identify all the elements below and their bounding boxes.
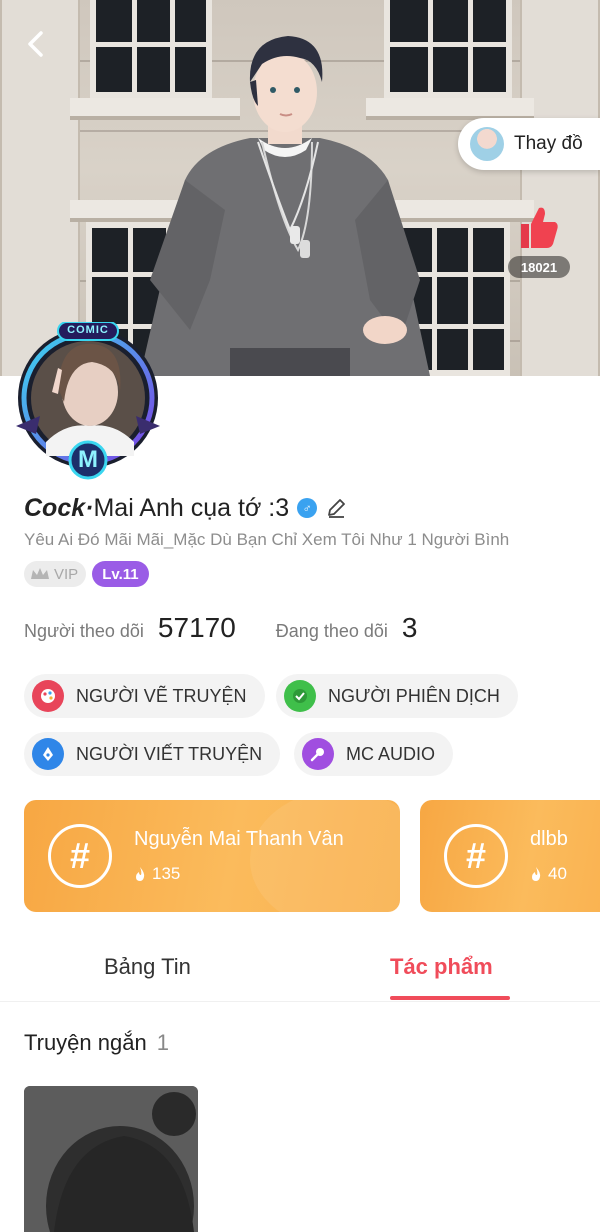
vip-badge[interactable]: VIP (24, 561, 87, 587)
tab-works[interactable]: Tác phẩm (390, 954, 493, 980)
role-label: MC AUDIO (346, 743, 436, 764)
male-gender-icon: ♂ (297, 498, 318, 518)
change-outfit-label: Thay đồ (514, 133, 583, 154)
fan-groups: # Nguyễn Mai Thanh Vân 135 # dlbb 40 (0, 800, 600, 914)
followers-label[interactable]: Người theo dõi (24, 621, 144, 642)
following-label[interactable]: Đang theo dõi (276, 621, 388, 642)
role-label: NGƯỜI PHIÊN DỊCH (328, 685, 500, 706)
profile-name: Cock· Mai Anh cụa tớ :3 ♂ (24, 492, 347, 524)
role-chip-writer[interactable]: NGƯỜI VIẾT TRUYỆN (24, 732, 281, 776)
thumbs-up-icon (521, 207, 558, 248)
crown-icon (31, 568, 49, 579)
pen-nib-icon (32, 738, 64, 770)
avatar-frame-letter: M (78, 446, 98, 473)
group-name: dlbb (530, 828, 568, 850)
palette-icon (32, 680, 64, 712)
profile-avatar[interactable]: COMIC M (6, 321, 170, 482)
short-stories-heading: Truyện ngắn 1 (24, 1030, 169, 1056)
edit-pencil-icon[interactable] (325, 497, 347, 519)
group-card[interactable]: # Nguyễn Mai Thanh Vân 135 (24, 800, 400, 912)
flame-icon (136, 867, 145, 881)
profile-cover: Thay đồ 18021 (0, 0, 600, 376)
profile-bio: Yêu Ai Đó Mãi Mãi_Mặc Dù Bạn Chỉ Xem Tôi… (24, 530, 510, 549)
microphone-icon (302, 738, 334, 770)
change-outfit-button[interactable]: Thay đồ (458, 118, 600, 170)
group-count: 40 (530, 864, 567, 884)
group-count: 135 (134, 864, 180, 884)
role-chip-mc-audio[interactable]: MC AUDIO (294, 732, 454, 776)
level-badge[interactable]: Lv.11 (92, 561, 149, 587)
hashtag-icon: # (444, 824, 508, 888)
follow-stats: Người theo dõi 57170 Đang theo dõi 3 (24, 612, 417, 644)
character-illustration (140, 36, 430, 376)
group-count-value: 40 (548, 864, 567, 883)
name-prefix: Cock· (24, 493, 94, 522)
group-name: Nguyễn Mai Thanh Vân (134, 828, 344, 850)
translate-icon (284, 680, 316, 712)
role-label: NGƯỜI VẼ TRUYỆN (76, 685, 247, 706)
story-cover[interactable] (24, 1086, 198, 1232)
like-button[interactable]: 18021 (508, 204, 570, 278)
story-cover-image (24, 1086, 198, 1232)
group-count-value: 135 (152, 864, 181, 883)
flame-icon (532, 867, 541, 881)
outfit-avatar-icon (470, 127, 504, 161)
profile-tabs: Bảng Tin Tác phẩm (0, 940, 600, 1002)
vip-label: VIP (54, 565, 79, 583)
active-tab-indicator (390, 996, 510, 1000)
role-chip-translator[interactable]: NGƯỜI PHIÊN DỊCH (276, 674, 518, 718)
section-label: Truyện ngắn (24, 1030, 147, 1055)
wall-pillar (520, 0, 600, 376)
role-chip-artist[interactable]: NGƯỜI VẼ TRUYỆN (24, 674, 265, 718)
back-button[interactable] (18, 26, 54, 62)
name-rest: Mai Anh cụa tớ :3 (93, 493, 290, 522)
like-count: 18021 (508, 256, 570, 278)
hashtag-icon: # (48, 824, 112, 888)
chevron-left-icon (28, 31, 43, 57)
followers-count[interactable]: 57170 (158, 612, 236, 644)
group-card[interactable]: # dlbb 40 (420, 800, 600, 912)
tab-news[interactable]: Bảng Tin (104, 954, 191, 980)
following-count[interactable]: 3 (402, 612, 418, 644)
avatar-frame-badge: COMIC (67, 324, 109, 336)
profile-badges: VIP Lv.11 (24, 561, 149, 587)
role-label: NGƯỜI VIẾT TRUYỆN (76, 743, 263, 764)
section-count: 1 (156, 1030, 169, 1055)
